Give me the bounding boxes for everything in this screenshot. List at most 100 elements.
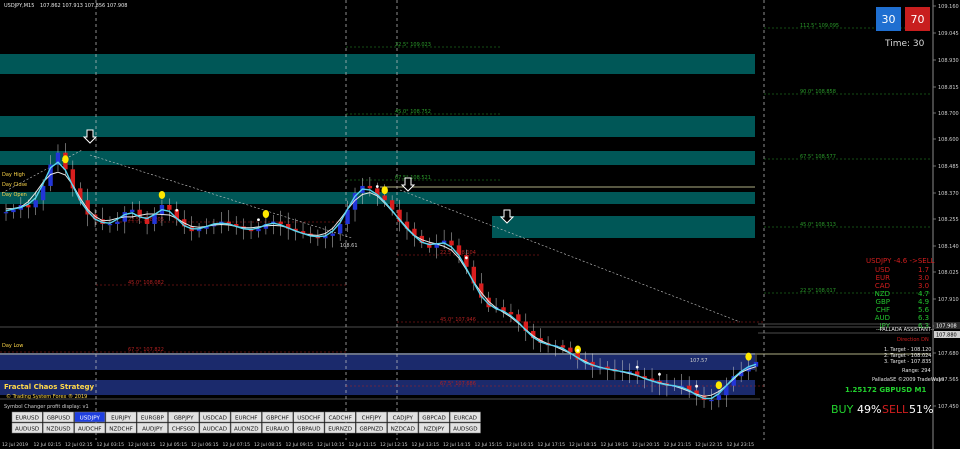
symbol-button-gbpjpy[interactable]: GBPJPY	[168, 411, 200, 423]
symbol-button-label[interactable]: EURCAD	[454, 415, 477, 421]
symbol-button-gbpnzd[interactable]: GBPNZD	[356, 422, 387, 434]
symbol-button-eurusd[interactable]: EURUSD	[11, 411, 43, 423]
strength-val-gbp: 4.9	[918, 298, 929, 306]
symbol-button-label[interactable]: CHFSGD	[172, 426, 195, 432]
symbol-changer-title: Symbol Changer profit display: v1	[4, 404, 89, 410]
symbol-button-euraud[interactable]: EURAUD	[262, 422, 293, 434]
symbol-button-label[interactable]: USDCHF	[297, 415, 320, 421]
strength-cur-eur: EUR	[876, 274, 891, 282]
y-tick-label-8: 108.255	[938, 217, 959, 223]
y-tick-label-1: 109.045	[938, 31, 959, 37]
fib-label-2: 67.5° 108.577	[800, 154, 836, 160]
timer-red-value: 70	[911, 13, 925, 26]
yellow-fractal-dot-6	[745, 352, 752, 361]
symbol-button-nzdusd[interactable]: NZDUSD	[43, 422, 74, 434]
candle-body-17	[130, 209, 135, 213]
symbol-button-label[interactable]: GBPCAD	[422, 415, 446, 421]
symbol-button-label[interactable]: NZDCAD	[391, 426, 415, 432]
symbol-button-audsgd[interactable]: AUDSGD	[449, 422, 481, 434]
x-tick-label-22: 12 Jul 22:15	[695, 442, 723, 448]
symbol-button-label[interactable]: EURUSD	[15, 415, 38, 421]
strength-cur-nzd: NZD	[875, 290, 890, 298]
symbol-button-gbpchf[interactable]: GBPCHF	[262, 411, 293, 423]
y-tick-label-11: 107.910	[938, 297, 959, 303]
symbol-button-chfjpy[interactable]: CHFJPY	[356, 411, 387, 423]
x-tick-label-10: 12 Jul 10:15	[317, 442, 345, 448]
symbol-button-eurcad[interactable]: EURCAD	[449, 411, 481, 423]
symbol-button-audnzd[interactable]: AUDNZD	[230, 422, 262, 434]
symbol-button-label[interactable]: NZDJPY	[424, 426, 445, 432]
symbol-button-label[interactable]: AUDJPY	[142, 426, 163, 432]
price-axis: 109.160 109.045 108.930 108.815 108.700 108.6…	[933, 4, 959, 410]
symbol-button-usdchf[interactable]: USDCHF	[293, 411, 325, 423]
symbol-button-gbpusd[interactable]: GBPUSD	[43, 411, 74, 423]
symbol-button-eurjpy[interactable]: EURJPY	[105, 411, 137, 423]
symbol-button-label[interactable]: CHFJPY	[362, 415, 382, 421]
fib-label-9: 45.0° 108.082	[128, 280, 164, 286]
symbol-button-audusd[interactable]: AUDUSD	[11, 422, 43, 434]
white-fractal-dot-2	[375, 185, 379, 188]
timer-time-label: Time: 30	[884, 39, 925, 49]
candle-body-44	[330, 233, 335, 236]
fib-label-5: 22.5° 109.023	[395, 42, 431, 48]
strength-val-eur: 3.0	[918, 274, 929, 282]
symbol-button-label[interactable]: GBPAUD	[297, 426, 320, 432]
symbol-button-label[interactable]: AUDCAD	[203, 426, 227, 432]
symbol-button-label[interactable]: USDJPY	[80, 415, 101, 421]
fib-label-7: 67.5° 108.521	[395, 175, 431, 181]
symbol-button-usdcad[interactable]: USDCAD	[199, 411, 231, 423]
symbol-button-label[interactable]: AUDCHF	[78, 426, 102, 432]
symbol-button-label[interactable]: AUDSGD	[453, 426, 477, 432]
symbol-button-cadjpy[interactable]: CADJPY	[387, 411, 419, 423]
symbol-button-label[interactable]: EURAUD	[266, 426, 290, 432]
zone-2	[0, 151, 755, 165]
symbol-button-label[interactable]: EURCHF	[235, 415, 258, 421]
strategy-subtitle: © Trading System Forex ® 2019	[6, 393, 87, 400]
symbol-button-audchf[interactable]: AUDCHF	[74, 422, 106, 434]
chart-header-symbol: USDJPY,M15	[4, 3, 34, 9]
price-chart[interactable]: 112.5° 109.095 90.0° 108.858 67.5° 108.577…	[0, 0, 960, 449]
symbol-button-gbpcad[interactable]: GBPCAD	[418, 411, 450, 423]
symbol-button-label[interactable]: USDCAD	[203, 415, 227, 421]
white-fractal-dot-5	[635, 365, 639, 369]
symbol-button-audcad[interactable]: AUDCAD	[199, 422, 231, 434]
buy-label: BUY	[831, 403, 854, 416]
symbol-button-label[interactable]: EURJPY	[111, 415, 131, 421]
symbol-button-label[interactable]: AUDNZD	[234, 426, 259, 432]
candle-body-96	[716, 395, 722, 400]
symbol-button-nzdcad[interactable]: NZDCAD	[387, 422, 419, 434]
symbol-button-label[interactable]: GBPNZD	[360, 426, 384, 432]
x-tick-label-20: 12 Jul 20:15	[632, 442, 660, 448]
symbol-button-label[interactable]: NZDUSD	[46, 426, 70, 432]
symbol-button-label[interactable]: EURNZD	[328, 426, 352, 432]
y-tick-label-9: 108.140	[938, 244, 959, 250]
x-tick-label-0: 12 Jul 2019	[2, 442, 28, 448]
symbol-button-nzdchf[interactable]: NZDCHF	[105, 422, 137, 434]
symbol-button-label[interactable]: GBPUSD	[47, 415, 71, 421]
symbol-button-label[interactable]: GBPJPY	[174, 415, 194, 421]
x-tick-label-21: 12 Jul 21:15	[664, 442, 692, 448]
symbol-button-eurchf[interactable]: EURCHF	[230, 411, 262, 423]
symbol-button-nzdjpy[interactable]: NZDJPY	[418, 422, 450, 434]
y-tick-label-2: 108.930	[938, 58, 959, 64]
symbol-button-label[interactable]: GBPCHF	[266, 415, 289, 421]
white-fractal-dot-6	[658, 372, 661, 376]
symbol-button-label[interactable]: AUDUSD	[15, 426, 39, 432]
fib-label-4: 22.5° 108.017	[800, 288, 836, 294]
symbol-button-eurgbp[interactable]: EURGBP	[136, 411, 168, 423]
y-tick-label-6: 108.485	[938, 164, 959, 170]
symbol-button-eurnzd[interactable]: EURNZD	[324, 422, 356, 434]
x-tick-label-3: 12 Jul 03:15	[97, 442, 125, 448]
symbol-button-audjpy[interactable]: AUDJPY	[136, 422, 168, 434]
symbol-button-cadchf[interactable]: CADCHF	[324, 411, 356, 423]
symbol-button-chfsgd[interactable]: CHFSGD	[168, 422, 200, 434]
symbol-button-gbpaud[interactable]: GBPAUD	[293, 422, 325, 434]
symbol-button-label[interactable]: CADJPY	[393, 415, 414, 421]
symbol-button-label[interactable]: NZDCHF	[109, 426, 133, 432]
symbol-changer[interactable]: EURUSD GBPUSD USDJPY EURJPY EURGBP GBPJPY USDC…	[11, 411, 481, 434]
assistant-range: Range: 294	[902, 368, 931, 374]
symbol-button-usdjpy[interactable]: USDJPY	[74, 411, 106, 423]
symbol-button-label[interactable]: EURGBP	[141, 415, 165, 421]
symbol-button-label[interactable]: CADCHF	[328, 415, 351, 421]
candle-body-34	[256, 228, 261, 232]
